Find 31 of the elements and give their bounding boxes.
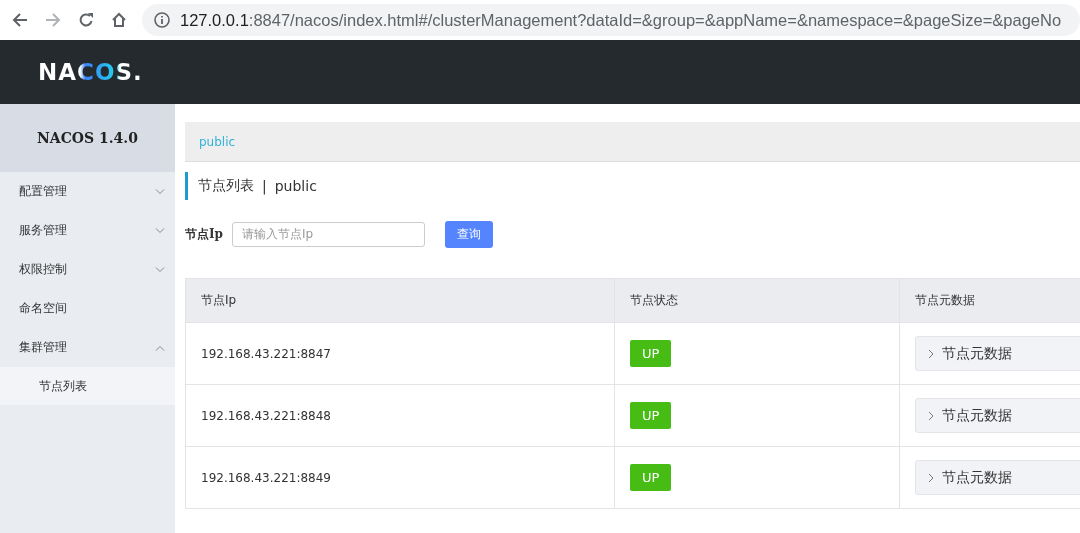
reload-icon[interactable] [78,12,94,28]
status-tag: UP [630,340,672,367]
back-icon[interactable] [12,12,28,28]
submenu-item[interactable]: 节点列表 [0,367,175,405]
metadata-toggle[interactable]: 节点元数据 [915,460,1080,495]
home-icon[interactable] [111,12,127,28]
column-header: 节点元数据 [899,278,1080,323]
chevron-right-icon [928,410,934,421]
chevron-right-icon [928,348,934,359]
title-separator: | [262,178,267,194]
field-label: 节点Ip [185,225,224,243]
chevron-right-icon [928,472,934,483]
menu-item[interactable]: 配置管理 [0,172,175,211]
node-ip-field[interactable]: 请输入节点Ip [232,221,425,247]
column-header: 节点状态 [614,278,900,323]
table-cell: 192.168.43.221:8847 [185,322,615,385]
info-icon [154,12,170,28]
status-tag: UP [630,402,672,429]
status-tag: UP [630,464,672,491]
namespace-label: public [274,178,317,194]
table-cell: 192.168.43.221:8849 [185,446,615,509]
page-title: 节点列表 [198,177,254,195]
menu-item[interactable]: 集群管理 [0,328,175,367]
column-header: 节点Ip [185,278,615,323]
menu-item[interactable]: 服务管理 [0,211,175,250]
sidebar-title: NACOS 1.4.0 [0,104,175,172]
menu-item[interactable]: 命名空间 [0,289,175,328]
table-cell: 192.168.43.221:8848 [185,384,615,447]
metadata-toggle[interactable]: 节点元数据 [915,398,1080,433]
metadata-toggle[interactable]: 节点元数据 [915,336,1080,371]
menu-item[interactable]: 权限控制 [0,250,175,289]
